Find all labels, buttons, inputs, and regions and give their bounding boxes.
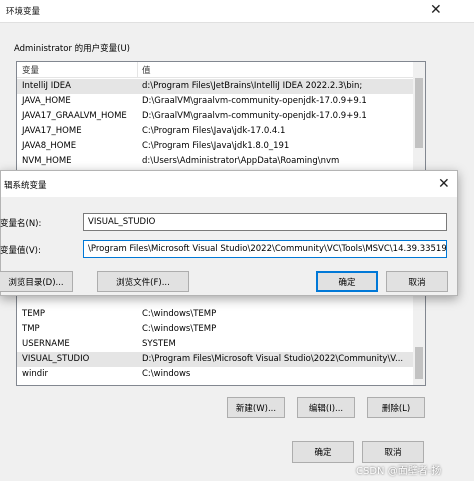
user-variables-label: Administrator 的用户变量(U) [14,44,130,54]
new-button[interactable]: 新建(W)... [227,397,285,418]
browse-directory-button[interactable]: 浏览目录(D)... [0,271,73,292]
system-list-scrollbar[interactable] [413,291,425,385]
table-row[interactable]: JAVA17_GRAALVM_HOME D:\GraalVM\graalvm-c… [17,109,413,124]
list-header: 变量 值 [17,62,413,78]
close-icon[interactable]: ✕ [430,3,442,17]
row-value: C:\Program Files\Java\jdk-17.0.4.1 [142,126,286,136]
edit-button[interactable]: 编辑(I)... [297,397,355,418]
row-name: VISUAL_STUDIO [22,354,90,364]
table-row[interactable]: IntelliJ IDEA d:\Program Files\JetBrains… [17,79,413,94]
table-row[interactable]: TMP C:\windows\TEMP [17,322,413,337]
dialog-cancel-button[interactable]: 取消 [386,271,448,292]
row-value: d:\Users\Administrator\AppData\Roaming\n… [142,156,340,166]
row-name: JAVA8_HOME [22,141,77,151]
table-row[interactable]: JAVA17_HOME C:\Program Files\Java\jdk-17… [17,124,413,139]
variable-name-field[interactable]: VISUAL_STUDIO [83,213,447,231]
row-value: C:\windows\TEMP [142,309,217,319]
variable-value-label: 变量值(V): [0,246,41,256]
row-name: windir [22,369,48,379]
row-value: SYSTEM [142,339,176,349]
table-row[interactable]: TEMP C:\windows\TEMP [17,307,413,322]
row-value: C:\windows\TEMP [142,324,217,334]
table-row[interactable]: NVM_HOME d:\Users\Administrator\AppData\… [17,154,413,169]
row-name: TMP [22,324,40,334]
close-icon[interactable]: ✕ [438,177,450,191]
variable-value-field[interactable]: \Program Files\Microsoft Visual Studio\2… [83,240,447,258]
row-name: JAVA_HOME [22,96,71,106]
watermark: CSDN @面壁者-扬 [356,466,442,477]
row-value: d:\Program Files\JetBrains\IntelliJ IDEA… [142,81,363,91]
row-name: JAVA17_HOME [22,126,82,136]
row-name: TEMP [22,309,46,319]
table-row[interactable]: USERNAME SYSTEM [17,337,413,352]
browse-file-button[interactable]: 浏览文件(F)... [97,271,189,292]
dialog-ok-button[interactable]: 确定 [316,271,378,292]
user-list-scrollbar[interactable] [413,62,425,172]
row-value: C:\Program Files\Java\jdk1.8.0_191 [142,141,290,151]
window-title: 环境变量 [6,7,41,17]
scrollbar-thumb[interactable] [415,78,423,148]
column-divider[interactable] [137,62,138,77]
delete-button[interactable]: 删除(L) [367,397,425,418]
column-header-variable[interactable]: 变量 [22,64,39,76]
dialog-titlebar: 辑系统变量 ✕ [1,171,457,197]
system-variables-list[interactable]: TEMP C:\windows\TEMP TMP C:\windows\TEMP… [16,290,426,386]
row-value: D:\GraalVM\graalvm-community-openjdk-17.… [142,96,367,106]
variable-name-label: 变量名(N): [0,219,42,229]
table-row[interactable]: JAVA8_HOME C:\Program Files\Java\jdk1.8.… [17,139,413,154]
table-row[interactable]: VISUAL_STUDIO D:\Program Files\Microsoft… [17,352,413,367]
window-cancel-button[interactable]: 取消 [362,441,424,463]
column-header-value[interactable]: 值 [142,64,151,76]
row-value: D:\GraalVM\graalvm-community-openjdk-17.… [142,111,367,121]
row-value: C:\windows [142,369,191,379]
row-value: D:\Program Files\Microsoft Visual Studio… [142,354,404,364]
row-name: NVM_HOME [22,156,72,166]
window-titlebar: 环境变量 ✕ [0,0,474,23]
dialog-title: 辑系统变量 [4,181,47,191]
row-name: JAVA17_GRAALVM_HOME [22,111,127,121]
user-variables-list[interactable]: 变量 值 IntelliJ IDEA d:\Program Files\JetB… [16,61,426,173]
row-name: USERNAME [22,339,70,349]
row-name: IntelliJ IDEA [22,81,71,91]
window-ok-button[interactable]: 确定 [292,441,354,463]
table-row[interactable]: JAVA_HOME D:\GraalVM\graalvm-community-o… [17,94,413,109]
edit-system-variable-dialog: 辑系统变量 ✕ 变量名(N): VISUAL_STUDIO 变量值(V): \P… [0,170,458,296]
table-row[interactable]: windir C:\windows [17,367,413,382]
scrollbar-thumb[interactable] [415,347,423,379]
